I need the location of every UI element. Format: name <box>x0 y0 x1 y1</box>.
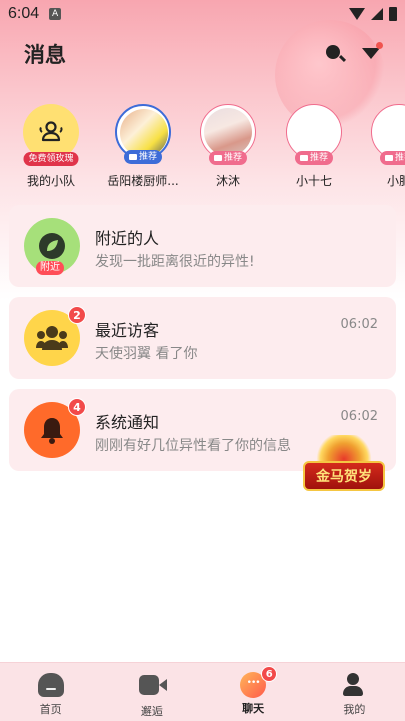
story-user[interactable]: 推荐 岳阳楼厨师... <box>100 104 186 189</box>
story-user[interactable]: 推荐 小十七 <box>271 104 357 189</box>
story-name: 小肥 <box>386 174 405 188</box>
unread-badge: 2 <box>68 306 86 324</box>
status-time: 6:04 <box>8 5 40 22</box>
tab-label: 邂逅 <box>140 705 163 718</box>
tab-chat[interactable]: 6 聊天 <box>203 663 304 721</box>
profile-icon <box>341 673 365 697</box>
tab-home[interactable]: 首页 <box>0 663 101 721</box>
bell-icon <box>41 418 63 444</box>
story-tag: 免费领玫瑰 <box>23 152 79 166</box>
stories-row: 免费领玫瑰 我的小队 推荐 岳阳楼厨师... 推荐 沐沐 推荐 小十七 推荐 小… <box>0 104 405 194</box>
visitors-avatar: 2 <box>24 306 86 366</box>
bottom-tabbar: 首页 邂逅 6 聊天 我的 <box>0 662 405 721</box>
card-subtitle: 发现一批距离很近的异性! <box>95 254 255 270</box>
camera-icon <box>128 154 137 160</box>
card-time: 06:02 <box>340 317 378 332</box>
team-icon <box>39 121 63 142</box>
avatar: 推荐 <box>371 104 405 165</box>
story-tag: 推荐 <box>208 151 248 165</box>
promo-banner[interactable]: 金马贺岁 <box>303 435 385 499</box>
wifi-icon <box>349 8 365 20</box>
promo-label: 金马贺岁 <box>303 461 385 491</box>
compass-icon <box>39 233 65 259</box>
avatar-photo <box>204 108 252 156</box>
card-title: 附近的人 <box>95 229 160 248</box>
page-title: 消息 <box>24 43 66 67</box>
status-bar: 6:04 A <box>0 0 405 28</box>
tab-encounter[interactable]: 邂逅 <box>101 663 202 721</box>
tab-label: 我的 <box>343 703 366 716</box>
camera-icon <box>384 155 393 161</box>
story-name: 小十七 <box>295 174 332 188</box>
card-title: 最近访客 <box>95 321 160 340</box>
system-avatar: 4 <box>24 398 86 458</box>
tab-label: 聊天 <box>242 702 265 715</box>
unread-badge: 4 <box>68 398 86 416</box>
notification-icon: A <box>49 8 62 20</box>
battery-icon <box>389 7 397 21</box>
nearby-tag: 附近 <box>36 261 64 275</box>
camera-icon <box>299 155 308 161</box>
group-icon <box>36 326 68 350</box>
story-user[interactable]: 推荐 沐沐 <box>185 104 271 189</box>
story-my-team[interactable]: 免费领玫瑰 我的小队 <box>8 104 94 189</box>
avatar: 推荐 <box>115 104 171 164</box>
story-tag: 推荐 <box>379 151 405 165</box>
search-icon[interactable] <box>325 44 345 64</box>
video-icon <box>138 675 167 695</box>
home-icon <box>37 673 64 697</box>
tab-label: 首页 <box>39 703 62 716</box>
story-tag: 推荐 <box>294 151 334 165</box>
nearby-card[interactable]: 附近 附近的人 发现一批距离很近的异性! <box>9 205 396 287</box>
signal-icon <box>371 8 383 20</box>
avatar: 推荐 <box>200 104 256 165</box>
avatar: 推荐 <box>286 104 342 165</box>
filter-icon[interactable] <box>361 42 383 64</box>
page-header: 消息 <box>0 34 405 74</box>
promo-text: 金马贺岁 <box>316 469 372 485</box>
card-subtitle: 刚刚有好几位异性看了你的信息 <box>95 438 291 454</box>
tab-profile[interactable]: 我的 <box>304 663 405 721</box>
team-avatar: 免费领玫瑰 <box>23 104 79 166</box>
story-name: 岳阳楼厨师... <box>107 174 179 188</box>
card-title: 系统通知 <box>95 413 160 432</box>
card-time: 06:02 <box>340 409 378 424</box>
story-name: 我的小队 <box>26 174 75 188</box>
chat-badge: 6 <box>261 666 278 682</box>
visitors-card[interactable]: 2 最近访客 天使羽翼 看了你 06:02 <box>9 297 396 379</box>
story-tag: 推荐 <box>123 150 163 164</box>
camera-icon <box>213 155 222 161</box>
nearby-avatar: 附近 <box>24 218 80 275</box>
card-subtitle: 天使羽翼 看了你 <box>95 346 198 362</box>
story-name: 沐沐 <box>215 174 240 188</box>
story-user[interactable]: 推荐 小肥 <box>356 104 405 189</box>
